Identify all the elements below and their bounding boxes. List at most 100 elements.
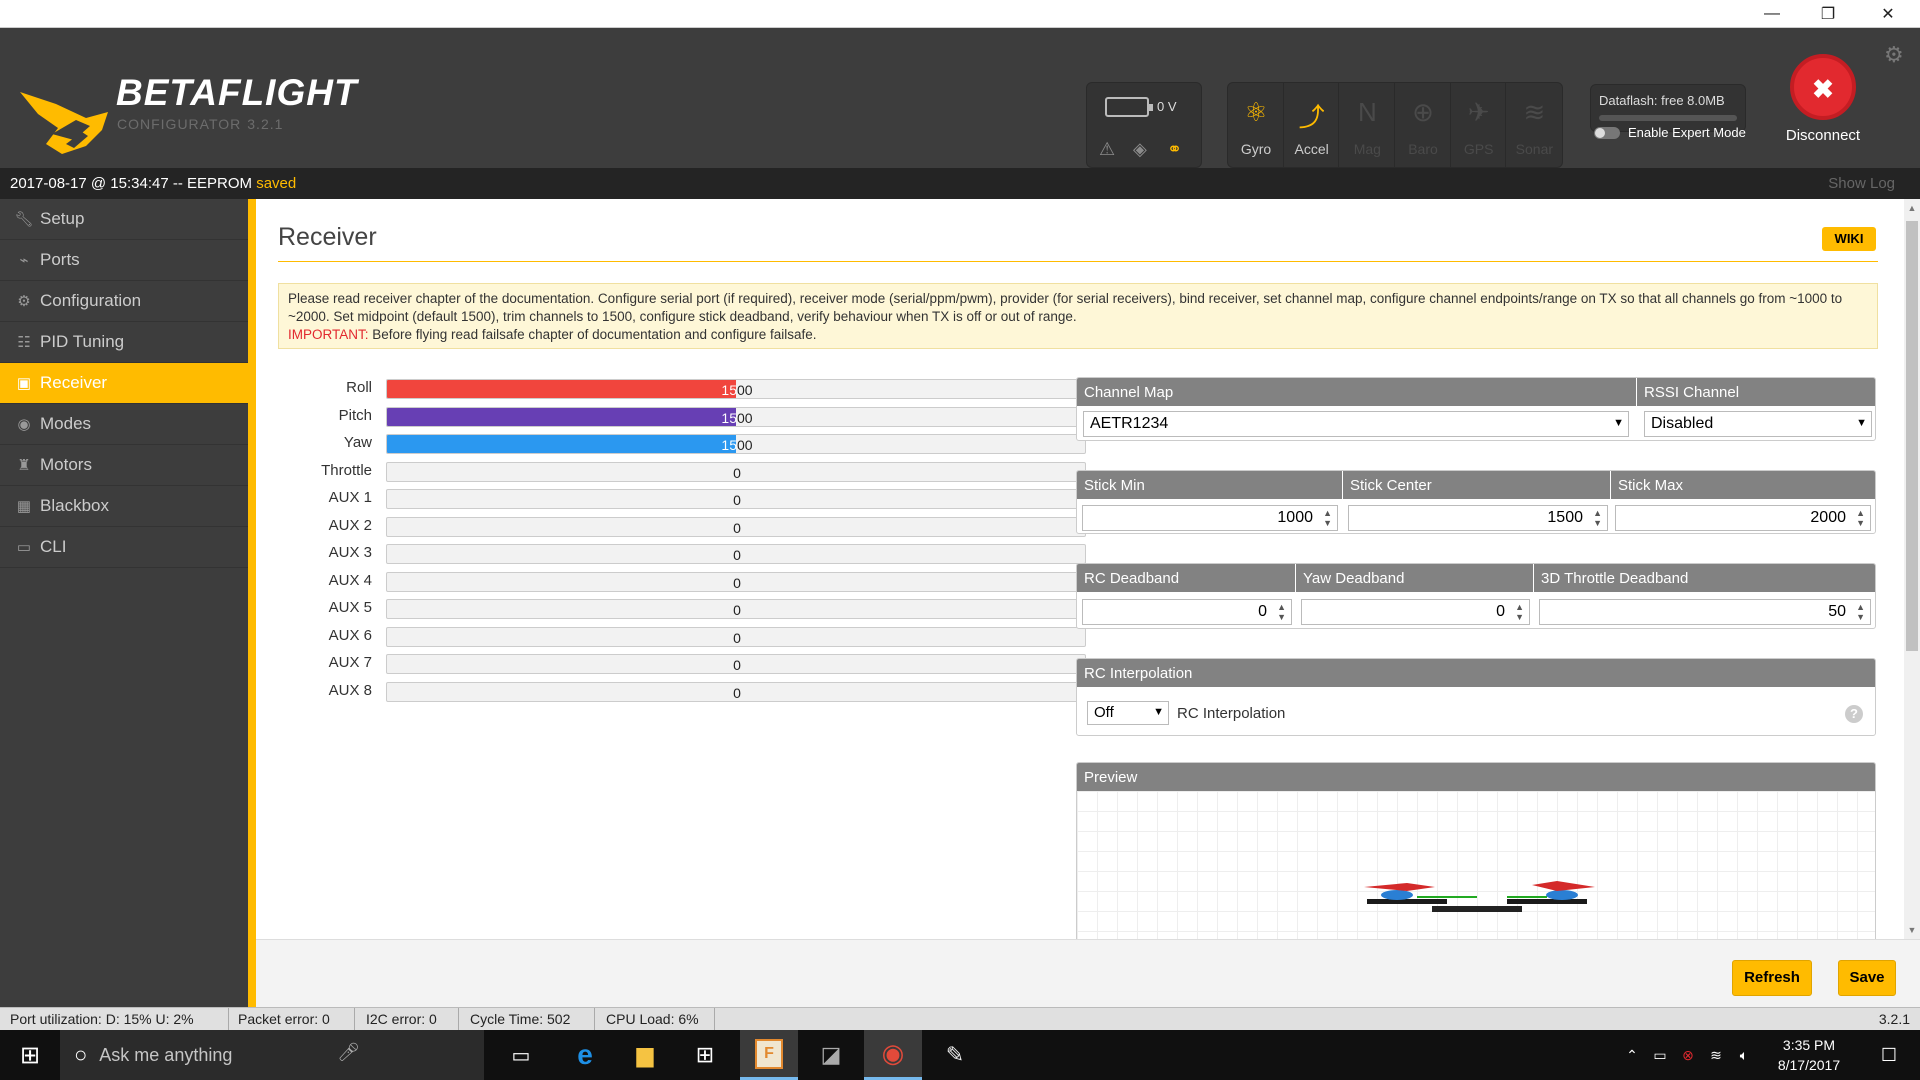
main-scrollbar[interactable]: ▲ ▼ [1904,199,1920,939]
spinner-icon[interactable]: ▲ ▼ [1323,508,1332,528]
settings-gear-icon[interactable]: ⚙ [1884,42,1904,68]
channel-label: AUX 2 [328,516,372,534]
sidebar-item-receiver[interactable]: ▣ Receiver [0,363,248,404]
stick-min-input[interactable]: 1000 ▲ ▼ [1082,505,1338,531]
windows-start-icon[interactable]: ⊞ [0,1030,60,1080]
expert-mode-label: Enable Expert Mode [1628,125,1746,140]
close-button[interactable]: ✕ [1860,0,1916,28]
app-icon[interactable]: ◪ [806,1030,856,1080]
channel-row: Roll 1500 [278,377,1086,405]
save-button[interactable]: Save [1838,960,1896,996]
file-explorer-icon[interactable]: ▆ [620,1030,670,1080]
betaflight-taskbar-icon[interactable]: F [740,1030,798,1080]
show-log-link[interactable]: Show Log [1828,175,1895,192]
channel-meter: 1500 [386,379,1086,399]
channel-list: Roll 1500 Pitch 1500 Yaw 1500 Throttle 0 AUX… [278,377,1086,707]
battery-tray-icon[interactable]: ▭ [1648,1030,1672,1080]
rc-interpolation-select[interactable]: Off ▼ [1087,701,1169,725]
wiki-button[interactable]: WIKI [1822,227,1876,251]
edge-browser-icon[interactable]: e [560,1030,610,1080]
sidebar-item-label: Modes [40,414,92,433]
dataflash-label: Dataflash: free 8.0MB [1599,93,1725,108]
help-icon[interactable]: ? [1845,705,1863,723]
spinner-icon[interactable]: ▲ ▼ [1856,508,1865,528]
sidebar-item-modes[interactable]: ◉ Modes [0,404,248,445]
configurator-app-icon: F [755,1038,783,1069]
battery-voltage: 0 V [1157,99,1177,114]
sidebar-item-blackbox[interactable]: ▦ Blackbox [0,486,248,527]
channel-map-input[interactable]: AETR1234 ▼ [1083,411,1629,437]
dataflash-bar [1599,115,1737,121]
scroll-down-icon[interactable]: ▼ [1904,925,1920,935]
wifi-icon[interactable]: ≋ [1704,1030,1728,1080]
sidebar-item-ports[interactable]: ⌁ Ports [0,240,248,281]
stick-max-input[interactable]: 2000 ▲ ▼ [1615,505,1871,531]
spinner-icon[interactable]: ▲ ▼ [1277,602,1286,622]
channel-value: 0 [733,629,741,646]
channel-meter: 0 [386,516,1086,537]
channel-value: 1500 [387,410,1085,426]
disconnect-button[interactable]: ✖ [1790,54,1856,120]
status-divider [714,1008,715,1030]
sidebar-item-label: Setup [40,209,85,228]
sidebar-item-cli[interactable]: ▭ CLI [0,527,248,568]
sidebar-item-pid-tuning[interactable]: ☷ PID Tuning [0,322,248,363]
clock-time: 3:35 PM [1782,1037,1836,1053]
sensor-label: Mag [1353,141,1381,157]
channel-meter: 0 [386,626,1086,647]
expert-mode-toggle[interactable]: Enable Expert Mode [1594,125,1746,140]
rssi-channel-select[interactable]: Disabled ▼ [1644,411,1872,437]
cortana-search[interactable]: ○ Ask me anything 🎤︎ [60,1030,484,1080]
clock[interactable]: 3:35 PM 8/17/2017 [1764,1030,1854,1080]
yaw-deadband-input[interactable]: 0 ▲ ▼ [1301,599,1530,625]
channel-map-value: AETR1234 [1090,415,1169,432]
3d-throttle-deadband-input[interactable]: 50 ▲ ▼ [1539,599,1871,625]
spinner-icon[interactable]: ▲ ▼ [1856,602,1865,622]
sensor-label: Sonar [1515,141,1554,157]
rc-deadband-value: 0 [1258,603,1267,620]
sidebar-item-configuration[interactable]: ⚙ Configuration [0,281,248,322]
channel-value: 0 [733,602,741,618]
microphone-icon[interactable]: 🎤︎ [337,1042,360,1063]
rc-deadband-input[interactable]: 0 ▲ ▼ [1082,599,1292,625]
minimize-button[interactable]: — [1744,0,1800,28]
restore-button[interactable]: ❐ [1800,0,1856,28]
network-error-icon[interactable]: ⊗ [1676,1030,1700,1080]
panel-header: Preview [1077,763,1875,791]
sidebar: 🔧︎ Setup ⌁ Ports ⚙ Configuration ☷ PID Tunin… [0,199,248,1007]
packet-error: Packet error: 0 [238,1011,330,1027]
rc-interpolation-label: RC Interpolation [1177,705,1286,722]
sidebar-item-setup[interactable]: 🔧︎ Setup [0,199,248,240]
quadcopter-model [1364,881,1595,912]
battery-icon [1105,97,1153,117]
chrome-browser-icon[interactable]: ◉ [864,1030,922,1080]
status-divider [228,1008,229,1030]
stick-center-input[interactable]: 1500 ▲ ▼ [1348,505,1608,531]
usb-disconnect-icon: ✖ [1812,74,1834,104]
preview-canvas [1077,791,1875,939]
toggle-switch[interactable] [1594,126,1620,139]
paint-icon[interactable]: ✎ [930,1030,980,1080]
channel-value: 0 [733,574,741,591]
port-utilization: Port utilization: D: 15% U: 2% [10,1011,194,1027]
status-divider [458,1008,459,1030]
deadband-panel: RC Deadband Yaw Deadband 3D Throttle Dea… [1076,563,1876,629]
spinner-icon[interactable]: ▲ ▼ [1515,602,1524,622]
panel-header: RC Interpolation [1077,659,1875,687]
tray-chevron-icon[interactable]: ⌃ [1620,1030,1644,1080]
store-icon[interactable]: ⊞ [680,1030,730,1080]
disconnect-label[interactable]: Disconnect [1768,127,1878,144]
channel-meter: 1500 [386,406,1086,427]
notifications-icon[interactable]: ☐ [1868,1030,1910,1080]
spinner-icon[interactable]: ▲ ▼ [1593,508,1602,528]
volume-icon[interactable]: 🔈︎ [1732,1030,1756,1080]
rc-interpolation-header: RC Interpolation [1084,665,1193,682]
sidebar-item-motors[interactable]: ♜ Motors [0,445,248,486]
channel-label: Yaw [343,434,372,451]
task-view-icon[interactable]: ▭ [500,1030,542,1080]
app-name: BETAFLIGHT [116,72,358,113]
scroll-up-icon[interactable]: ▲ [1904,203,1920,213]
refresh-button[interactable]: Refresh [1732,960,1812,996]
scroll-thumb[interactable] [1906,221,1918,651]
channel-label: Throttle [321,461,372,479]
